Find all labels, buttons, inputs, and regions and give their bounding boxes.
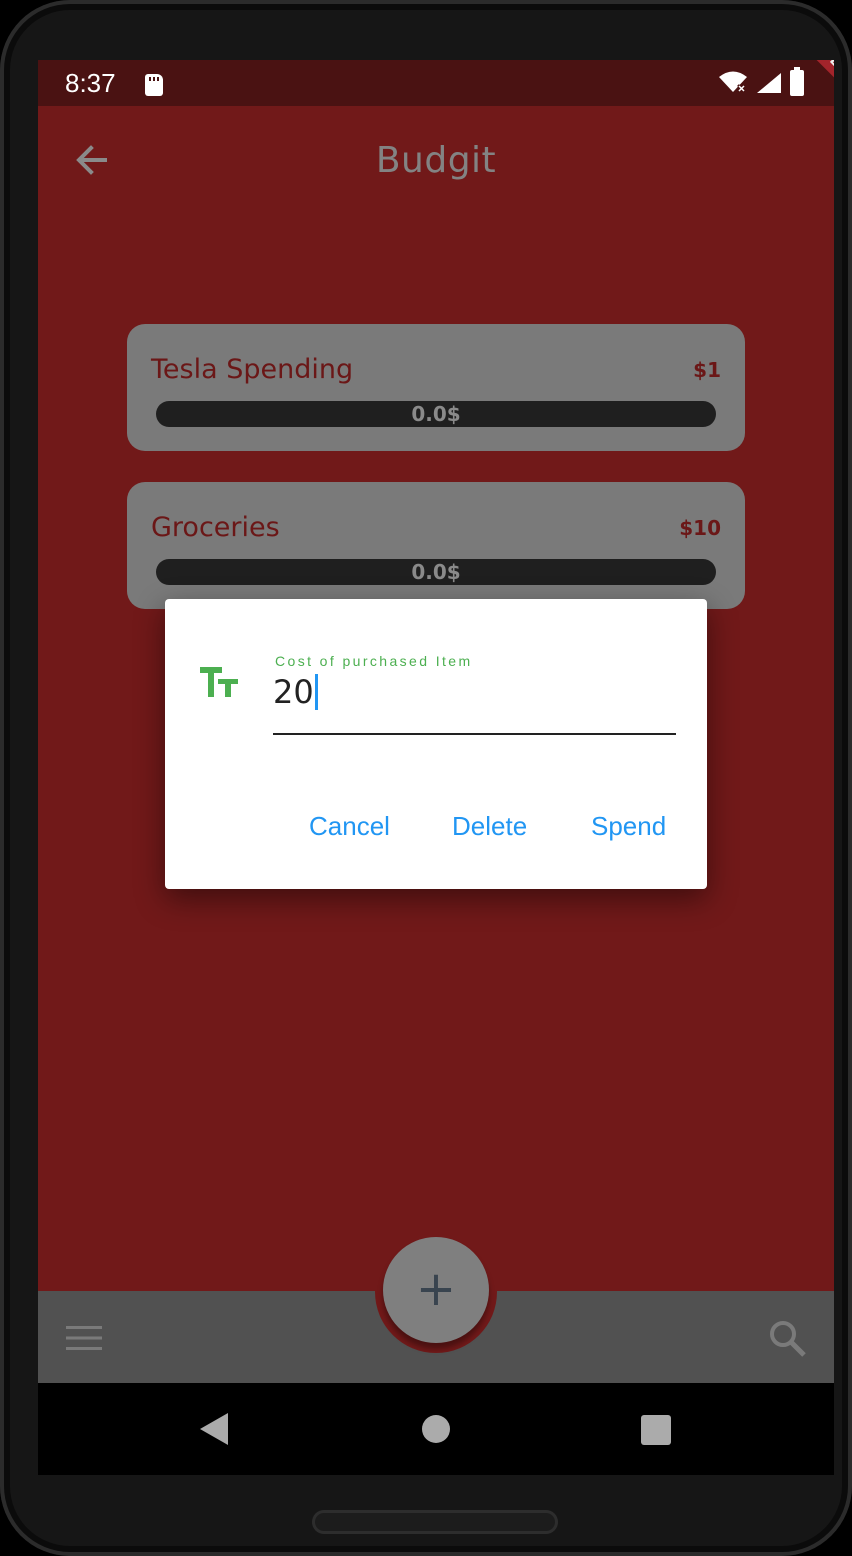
text-fields-icon [200,667,238,697]
text-cursor [314,674,318,710]
cancel-button[interactable]: Cancel [309,811,390,842]
system-navigation-bar [38,1383,834,1475]
phone-home-pill [312,1510,558,1534]
nav-recents-icon[interactable] [641,1415,671,1445]
cost-input-value: 20 [273,673,314,711]
cost-field-label: Cost of purchased Item [275,653,473,669]
spend-button[interactable]: Spend [591,811,666,842]
spend-dialog: Cost of purchased Item 20 Cancel Delete … [165,599,707,889]
cost-input-underline [273,733,676,735]
nav-back-icon[interactable] [200,1413,228,1445]
delete-button[interactable]: Delete [452,811,527,842]
nav-home-icon[interactable] [422,1415,450,1443]
cost-input[interactable]: 20 [273,673,318,711]
